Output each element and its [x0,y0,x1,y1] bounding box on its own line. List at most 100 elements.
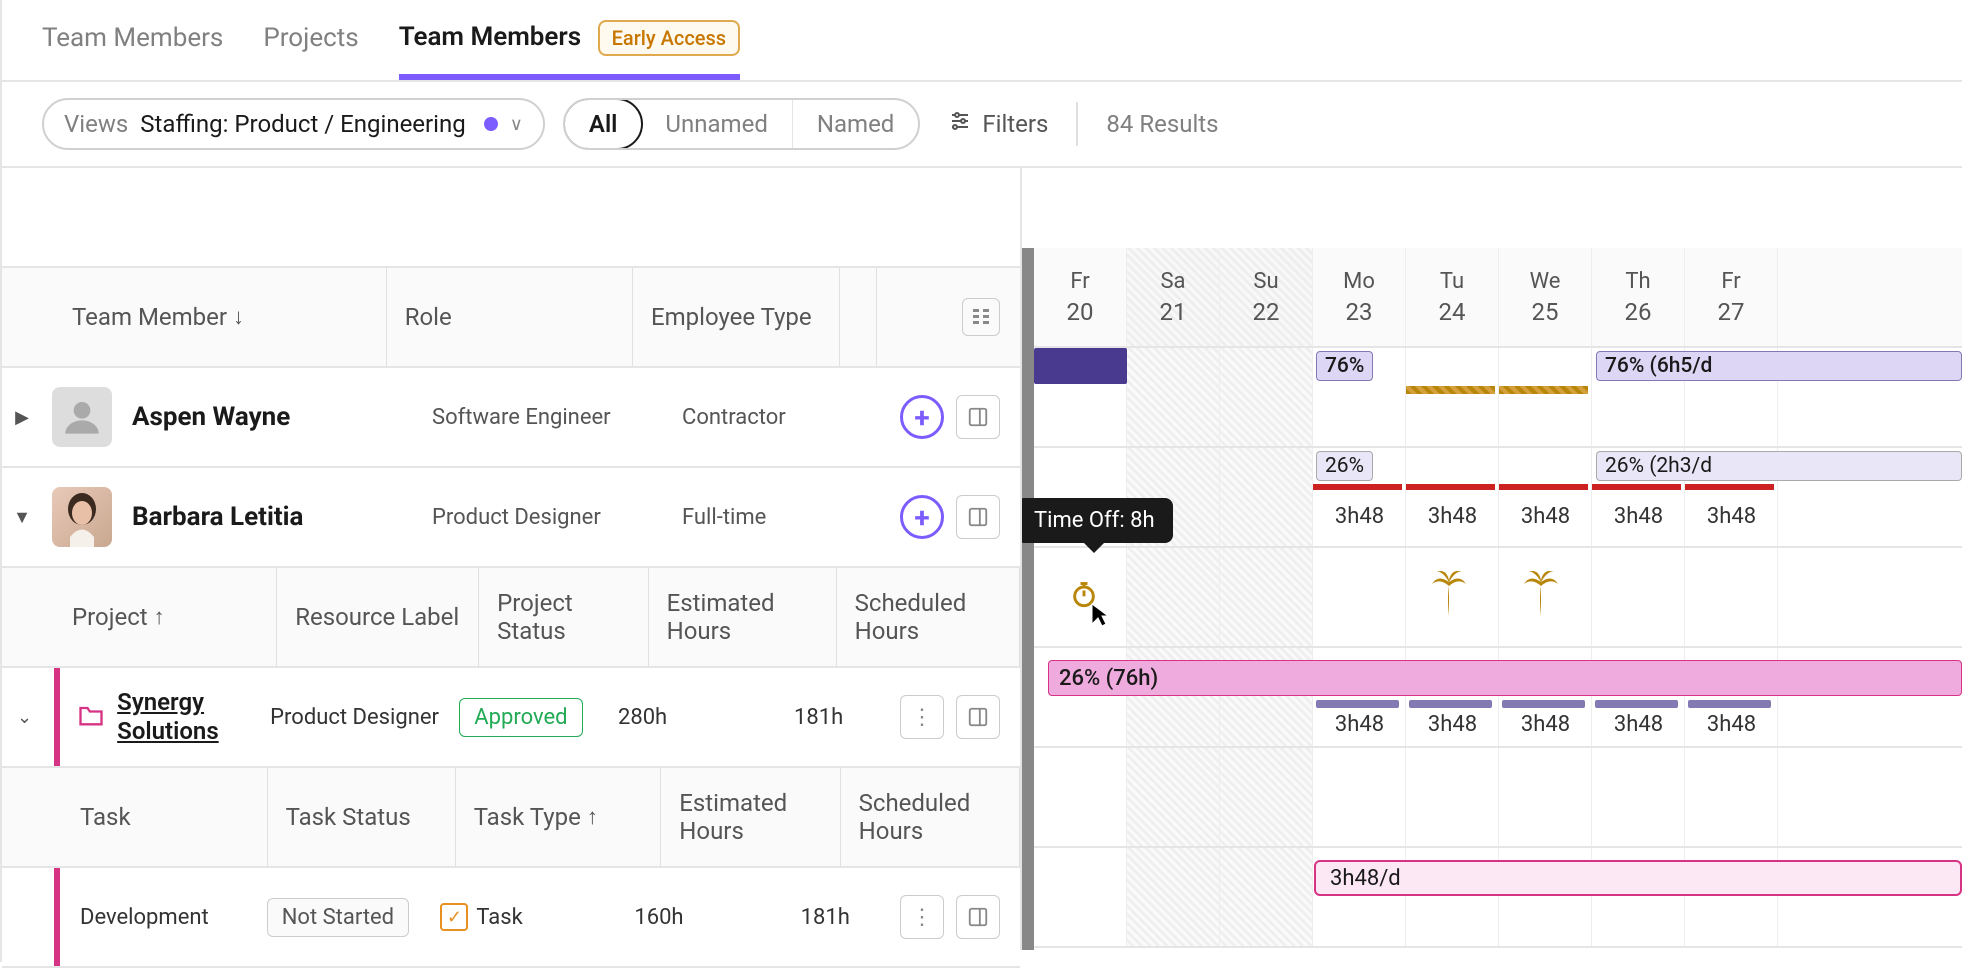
project-resource-label: Product Designer [252,705,441,730]
lane-day-cell[interactable] [1406,348,1499,446]
seg-all[interactable]: All [563,98,644,150]
sliders-icon [948,109,972,139]
expand-toggle[interactable]: ▶ [2,407,42,428]
allocation-tag-th[interactable]: 26% (2h3/d [1596,451,1962,481]
task-allocation-bar[interactable]: 3h48/d [1314,860,1962,896]
allocation-bar[interactable] [1034,348,1127,384]
side-panel-button[interactable] [956,395,1000,439]
header-task[interactable]: Task [2,768,268,866]
side-panel-button[interactable] [956,895,1000,939]
side-panel-button[interactable] [956,695,1000,739]
filters-label: Filters [982,110,1048,138]
member-row-aspen: ▶ Aspen Wayne Software Engineer Contract… [2,368,1020,468]
tab-team-members-1[interactable]: Team Members [42,23,223,77]
timeline-lane-timeoff: Time Off: 8h [1034,548,1962,648]
header-employee-type[interactable]: Employee Type [633,268,840,366]
overbook-underline [1685,484,1774,490]
project-sched-hours: 181h [776,705,900,730]
lane-day-cell[interactable] [1220,748,1313,846]
day-header[interactable]: Th26 [1592,248,1685,346]
header-project[interactable]: Project ↑ [2,568,277,666]
project-allocation-bar[interactable]: 26% (76h) [1048,660,1962,696]
avatar [52,487,112,547]
mini-bar [1688,700,1771,708]
palm-tree-icon[interactable] [1522,568,1560,626]
early-access-badge: Early Access [598,20,740,56]
lane-day-cell[interactable] [1406,448,1499,546]
day-header[interactable]: Sa21 [1127,248,1220,346]
day-header[interactable]: Mo23 [1313,248,1406,346]
daily-hours: 3h48 [1685,712,1778,737]
lane-day-cell[interactable] [1499,748,1592,846]
lane-day-cell[interactable] [1313,748,1406,846]
allocation-tag-th[interactable]: 76% (6h5/d [1596,351,1962,381]
lane-day-cell[interactable] [1127,848,1220,946]
member-row-barbara: ▼ Barbara Letitia Product Designer Full-… [2,468,1020,568]
side-panel-button[interactable] [956,495,1000,539]
header-project-status[interactable]: Project Status [479,568,648,666]
tab-projects[interactable]: Projects [263,23,358,77]
member-name[interactable]: Aspen Wayne [132,402,432,432]
lane-day-cell[interactable] [1034,748,1127,846]
header-sched-hours[interactable]: Scheduled Hours [837,568,1020,666]
allocation-tag-mo[interactable]: 76% [1316,351,1373,381]
chevron-down-icon: ∨ [510,114,523,135]
header-resource-label[interactable]: Resource Label [277,568,479,666]
expand-toggle[interactable]: ▼ [2,507,42,528]
lane-day-cell[interactable] [1127,748,1220,846]
allocation-tag-mo[interactable]: 26% [1316,451,1373,481]
overbook-underline [1406,484,1495,490]
lane-day-cell[interactable] [1592,548,1685,646]
task-name[interactable]: Development [2,905,253,930]
lane-day-cell[interactable] [1220,348,1313,446]
lane-day-cell[interactable] [1220,448,1313,546]
lane-day-cell[interactable] [1220,848,1313,946]
views-dropdown[interactable]: Views Staffing: Product / Engineering ∨ [42,98,545,150]
lane-day-cell[interactable] [1499,448,1592,546]
lane-day-cell[interactable] [1406,748,1499,846]
header-task-sched-hours[interactable]: Scheduled Hours [841,768,1020,866]
project-name-link[interactable]: Synergy Solutions [117,688,252,746]
member-name[interactable]: Barbara Letitia [132,502,432,532]
add-assignment-button[interactable]: + [900,495,944,539]
seg-named[interactable]: Named [793,100,918,148]
project-accent-bar [54,668,60,766]
day-header[interactable]: Fr20 [1034,248,1127,346]
task-row: Development Not Started ✓ Task 160h 181h… [2,868,1020,968]
results-count: 84 Results [1106,110,1218,138]
more-menu-button[interactable]: ⋮ [900,695,944,739]
seg-unnamed[interactable]: Unnamed [641,100,792,148]
lane-day-cell[interactable] [1685,748,1778,846]
task-sched-hours: 181h [783,905,900,930]
left-column-headers: Team Member ↓ Role Employee Type [2,268,1020,368]
more-menu-button[interactable]: ⋮ [900,895,944,939]
day-header[interactable]: Tu24 [1406,248,1499,346]
lane-day-cell[interactable] [1499,348,1592,446]
day-header[interactable]: Fr27 [1685,248,1778,346]
day-header[interactable]: Su22 [1220,248,1313,346]
timeline-lane-blank [1034,748,1962,848]
lane-day-cell[interactable] [1127,548,1220,646]
daily-hours: 3h48 [1499,712,1592,737]
header-est-hours[interactable]: Estimated Hours [649,568,837,666]
lane-day-cell[interactable] [1313,548,1406,646]
header-task-status[interactable]: Task Status [268,768,456,866]
filters-button[interactable]: Filters [938,109,1048,139]
add-assignment-button[interactable]: + [900,395,944,439]
mini-bar [1316,700,1399,708]
lane-day-cell[interactable] [1685,548,1778,646]
header-task-type[interactable]: Task Type ↑ [456,768,662,866]
header-task-est-hours[interactable]: Estimated Hours [661,768,840,866]
day-header[interactable]: We25 [1499,248,1592,346]
lane-day-cell[interactable] [1127,348,1220,446]
header-team-member[interactable]: Team Member ↓ [2,268,387,366]
density-toggle-button[interactable] [962,298,1000,336]
lane-day-cell[interactable] [1034,848,1127,946]
task-status-badge: Not Started [267,898,409,937]
tab-team-members-2[interactable]: Team Members Early Access [399,20,740,80]
header-role[interactable]: Role [387,268,633,366]
palm-tree-icon[interactable] [1430,568,1468,626]
lane-day-cell[interactable] [1220,548,1313,646]
lane-day-cell[interactable] [1592,748,1685,846]
expand-toggle[interactable]: ⌄ [2,707,47,728]
